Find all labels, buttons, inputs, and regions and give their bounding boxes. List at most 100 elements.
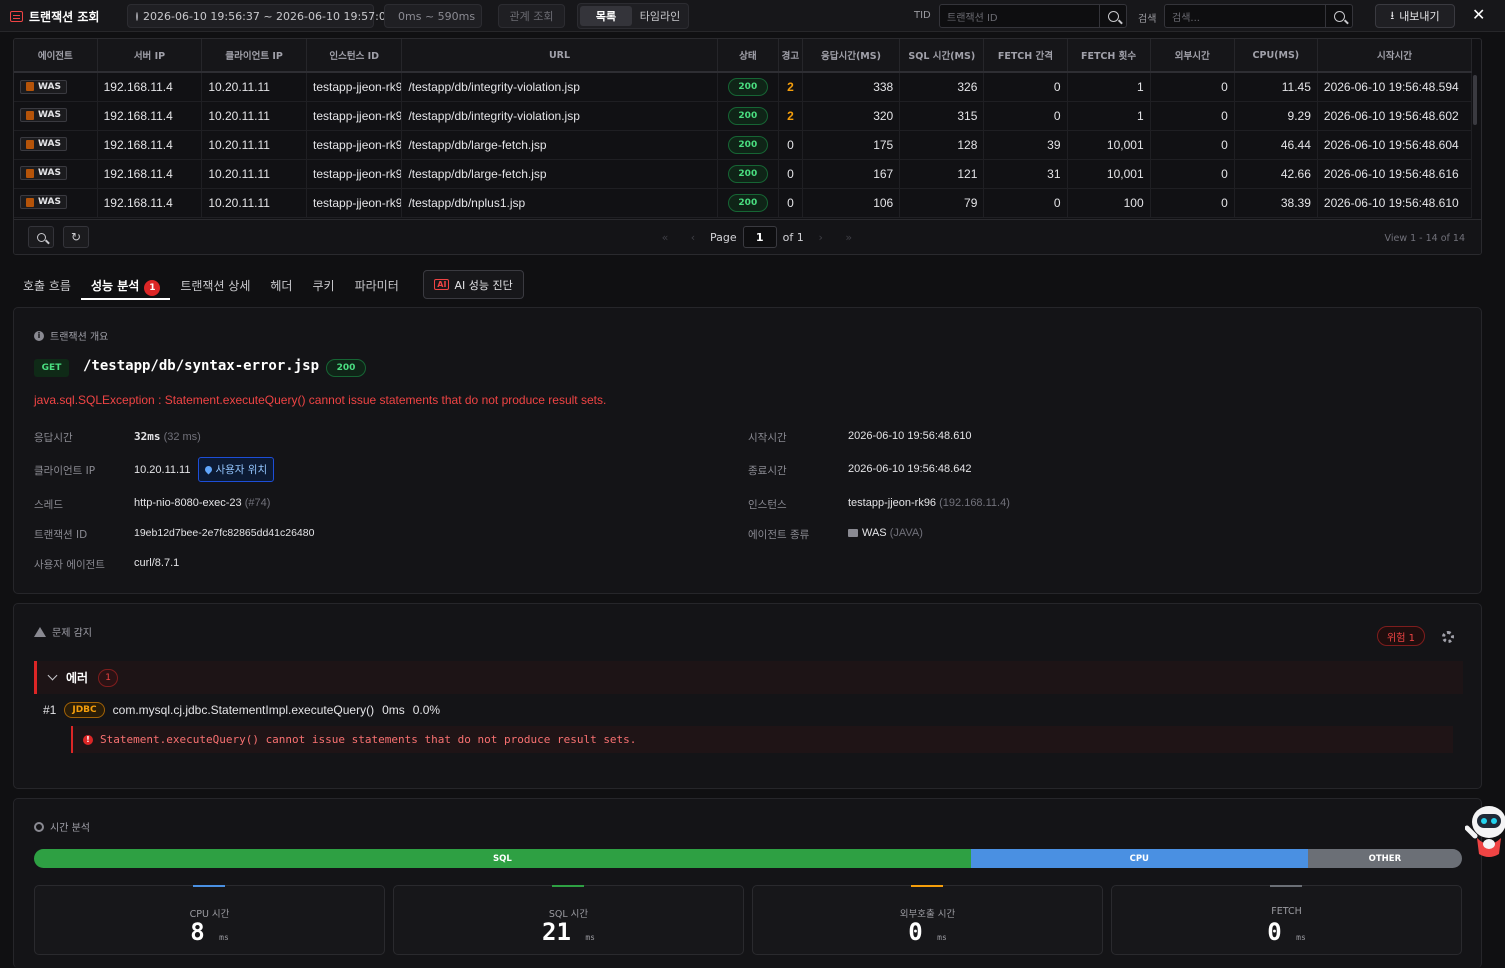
agent-type-value: WAS (JAVA) bbox=[848, 527, 923, 539]
status-badge: 200 bbox=[326, 359, 366, 377]
timing-title: 시간 분석 bbox=[34, 819, 90, 834]
tid-input[interactable]: 트랜잭션 ID bbox=[939, 4, 1127, 28]
tid-label: TID bbox=[914, 10, 931, 21]
view-list-tab[interactable]: 목록 bbox=[580, 6, 632, 26]
cell-url: /testapp/db/nplus1.jsp bbox=[401, 188, 718, 218]
table-row[interactable]: WAS 192.168.11.4 10.20.11.11 testapp-jjeon-… bbox=[14, 188, 1473, 218]
stat-accent bbox=[1270, 885, 1302, 887]
view-info: View 1 - 14 of 14 bbox=[1384, 233, 1465, 244]
table-row[interactable]: WAS 192.168.11.4 10.20.11.11 testapp-jjeon-… bbox=[14, 159, 1473, 189]
assistant-robot-icon[interactable] bbox=[1465, 800, 1505, 870]
col-sql[interactable]: SQL 시간(MS) bbox=[899, 39, 985, 73]
error-group-header[interactable]: 에러 1 bbox=[34, 661, 1463, 694]
java-icon bbox=[26, 168, 34, 178]
gear-icon[interactable] bbox=[1442, 631, 1454, 643]
view-timeline-tab[interactable]: 타임라인 bbox=[634, 6, 686, 26]
tab-transaction-detail[interactable]: 트랜잭션 상세 bbox=[170, 270, 260, 300]
relation-query-button[interactable]: 관계 조회 bbox=[498, 4, 565, 28]
col-fetch-cnt[interactable]: FETCH 횟수 bbox=[1067, 39, 1151, 73]
ai-diagnosis-button[interactable]: AI AI 성능 진단 bbox=[423, 270, 524, 299]
col-start[interactable]: 시작시간 bbox=[1317, 39, 1473, 73]
date-range-picker[interactable]: 2026-06-10 19:56:37 ~ 2026-06-10 19:57:0… bbox=[127, 4, 393, 28]
response-range-filter[interactable]: 0ms ~ 590ms bbox=[384, 4, 482, 28]
instance-label: 인스턴스 bbox=[748, 499, 787, 511]
tab-call-flow-label: 호출 흐름 bbox=[23, 279, 71, 293]
detail-tabs: 호출 흐름 성능 분석 1 트랜잭션 상세 헤더 쿠키 파라미터 bbox=[13, 270, 409, 300]
col-status[interactable]: 상태 bbox=[717, 39, 780, 73]
status-badge: 200 bbox=[727, 106, 768, 125]
grid-scrollbar[interactable] bbox=[1473, 75, 1477, 125]
tab-perf-analysis[interactable]: 성능 분석 1 bbox=[80, 270, 171, 300]
export-button[interactable]: ⭳ 내보내기 bbox=[1375, 4, 1455, 28]
cell-sql: 79 bbox=[899, 188, 985, 218]
page-title-label: 트랜잭션 조회 bbox=[29, 10, 100, 24]
page-of-label: of 1 bbox=[782, 230, 804, 244]
chevron-down-icon bbox=[47, 670, 58, 681]
clock-icon bbox=[136, 11, 138, 21]
page-input[interactable]: 1 bbox=[742, 226, 777, 248]
col-resp[interactable]: 응답시간(MS) bbox=[802, 39, 901, 73]
cell-resp: 320 bbox=[802, 101, 901, 131]
java-icon bbox=[26, 110, 34, 120]
issue-method: com.mysql.cj.jdbc.StatementImpl.executeQ… bbox=[112, 703, 375, 717]
tab-cookie[interactable]: 쿠키 bbox=[302, 270, 344, 300]
cell-start: 2026-06-10 19:56:48.616 bbox=[1317, 159, 1473, 189]
next-page-icon[interactable]: › bbox=[810, 231, 832, 244]
search-input[interactable]: 검색... bbox=[1164, 4, 1353, 28]
search-icon bbox=[36, 232, 46, 242]
grid-search-button[interactable] bbox=[28, 226, 54, 248]
time-segment-other: OTHER bbox=[1307, 849, 1462, 868]
issue-item[interactable]: #1 JDBC com.mysql.cj.jdbc.StatementImpl.… bbox=[43, 702, 440, 718]
col-url[interactable]: URL bbox=[401, 39, 718, 73]
cell-client-ip: 10.20.11.11 bbox=[201, 188, 307, 218]
col-ext[interactable]: 외부시간 bbox=[1150, 39, 1235, 73]
agent-text: WAS bbox=[38, 168, 61, 179]
col-client-ip[interactable]: 클라이언트 IP bbox=[201, 39, 307, 73]
tab-call-flow[interactable]: 호출 흐름 bbox=[13, 270, 81, 300]
col-fetch-gap[interactable]: FETCH 간격 bbox=[983, 39, 1068, 73]
close-icon[interactable]: ✕ bbox=[1472, 5, 1485, 24]
cell-cpu: 42.66 bbox=[1234, 159, 1318, 189]
cell-start: 2026-06-10 19:56:48.594 bbox=[1317, 72, 1473, 102]
search-button[interactable] bbox=[1325, 5, 1352, 27]
status-badge: 200 bbox=[727, 164, 768, 183]
stat-unit: ms bbox=[937, 933, 947, 942]
stat-value: 8 ms bbox=[35, 918, 384, 946]
cell-start: 2026-06-10 19:56:48.604 bbox=[1317, 130, 1473, 160]
date-range-text: 2026-06-10 19:56:37 ~ 2026-06-10 19:57:0… bbox=[143, 9, 393, 23]
col-cpu[interactable]: CPU(MS) bbox=[1234, 39, 1318, 73]
error-group-label: 에러 bbox=[66, 671, 89, 685]
search-icon bbox=[1333, 10, 1345, 22]
agent-badge: WAS bbox=[20, 79, 67, 94]
cell-agent: WAS bbox=[14, 101, 98, 131]
top-bar: 트랜잭션 조회 2026-06-10 19:56:37 ~ 2026-06-10… bbox=[0, 0, 1505, 32]
user-location-button[interactable]: 사용자 위치 bbox=[198, 457, 275, 482]
cell-warn: 0 bbox=[778, 159, 803, 189]
agent-type-sub: (JAVA) bbox=[889, 527, 923, 539]
map-pin-icon bbox=[204, 464, 214, 475]
first-page-icon[interactable]: « bbox=[654, 231, 676, 244]
tab-header[interactable]: 헤더 bbox=[260, 270, 302, 300]
stat-unit: ms bbox=[219, 933, 229, 942]
col-agent[interactable]: 에이전트 bbox=[14, 39, 98, 73]
cell-fetch-gap: 0 bbox=[983, 72, 1068, 102]
tab-detail-label: 트랜잭션 상세 bbox=[180, 279, 251, 293]
user-agent-label: 사용자 에이전트 bbox=[34, 559, 105, 571]
cell-server-ip: 192.168.11.4 bbox=[97, 130, 203, 160]
grid-refresh-button[interactable]: ↻ bbox=[63, 226, 89, 248]
cell-url: /testapp/db/integrity-violation.jsp bbox=[401, 72, 718, 102]
table-row[interactable]: WAS 192.168.11.4 10.20.11.11 testapp-jjeon-… bbox=[14, 130, 1473, 160]
table-row[interactable]: WAS 192.168.11.4 10.20.11.11 testapp-jjeon-… bbox=[14, 72, 1473, 102]
last-page-icon[interactable]: » bbox=[838, 231, 860, 244]
tab-parameter[interactable]: 파라미터 bbox=[345, 270, 409, 300]
col-warn[interactable]: 경고 bbox=[778, 39, 803, 73]
prev-page-icon[interactable]: ‹ bbox=[682, 231, 704, 244]
col-instance[interactable]: 인스턴스 ID bbox=[306, 39, 403, 73]
cell-server-ip: 192.168.11.4 bbox=[97, 101, 203, 131]
issue-detection-card: 문제 감지 위험 1 에러 1 #1 JDBC com.mysql.cj.jdb… bbox=[13, 603, 1482, 789]
col-server-ip[interactable]: 서버 IP bbox=[97, 39, 203, 73]
table-row[interactable]: WAS 192.168.11.4 10.20.11.11 testapp-jjeon-… bbox=[14, 101, 1473, 131]
agent-badge: WAS bbox=[20, 137, 67, 152]
stat-label: FETCH bbox=[1271, 906, 1302, 917]
tid-search-button[interactable] bbox=[1099, 5, 1126, 27]
